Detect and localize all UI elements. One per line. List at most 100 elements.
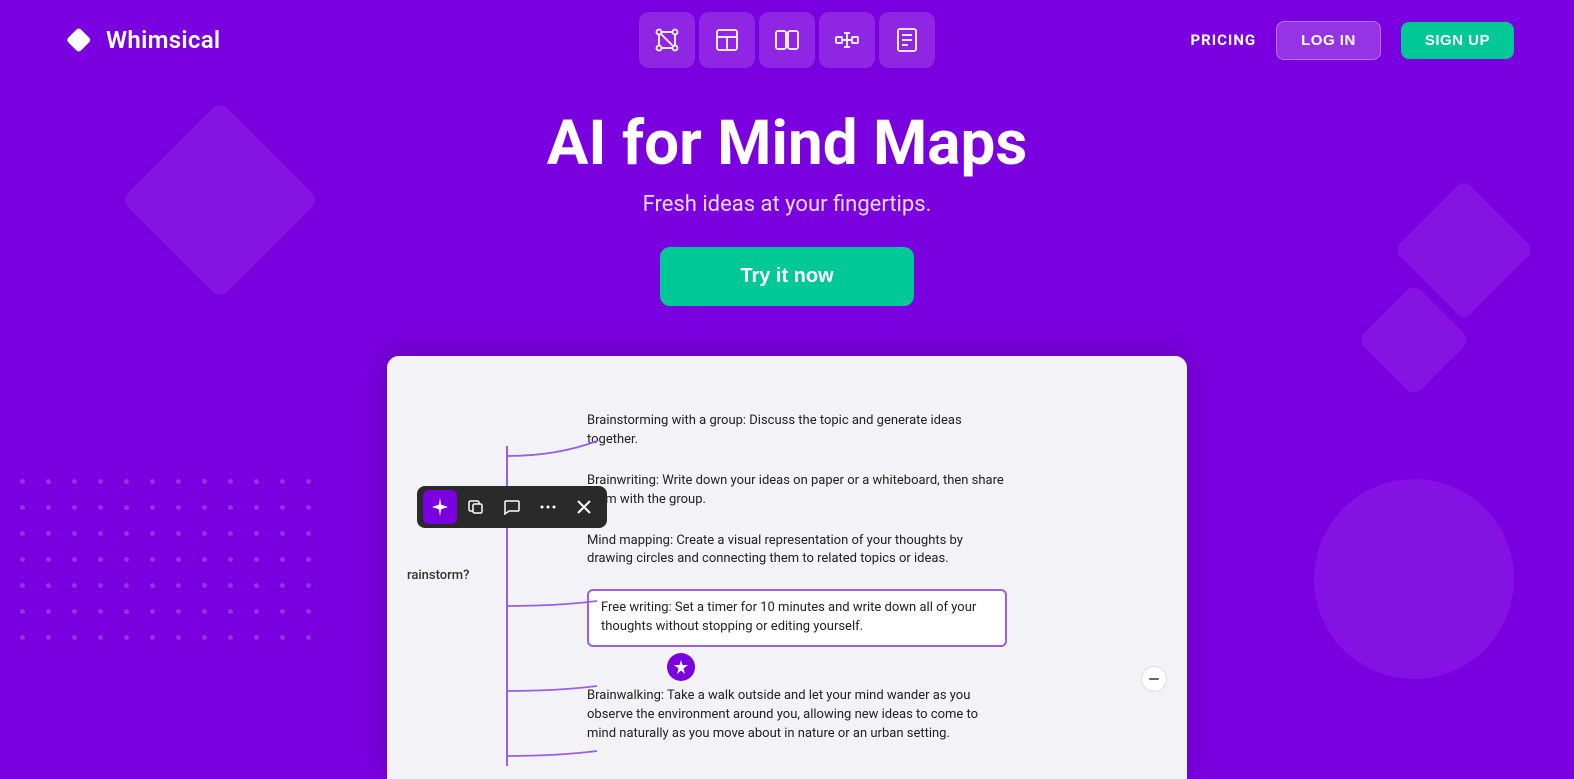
bg-dot — [176, 635, 181, 640]
bg-dot — [98, 479, 103, 484]
bg-dot — [176, 583, 181, 588]
bg-dot — [202, 635, 207, 640]
mindmap-nodes: Brainstorming with a group: Discuss the … — [587, 406, 1147, 749]
whimsical-logo-icon — [60, 22, 96, 58]
bg-dot — [280, 479, 285, 484]
sparkle-icon — [431, 498, 449, 516]
nav-right: PRICING LOG IN SIGN UP — [1190, 21, 1514, 60]
flowchart-icon — [654, 27, 680, 53]
bg-dot — [150, 609, 155, 614]
bg-dot — [306, 531, 311, 536]
collapse-button[interactable] — [1141, 666, 1167, 692]
bg-dot — [98, 557, 103, 562]
comment-icon — [504, 499, 520, 515]
bg-dot — [228, 505, 233, 510]
nav-connector-button[interactable] — [819, 12, 875, 68]
preview-container: rainstorm? Brainstorming with a group: D… — [387, 356, 1187, 779]
hero-title: AI for Mind Maps — [20, 110, 1554, 178]
more-options-button[interactable] — [531, 490, 565, 524]
login-button[interactable]: LOG IN — [1276, 21, 1381, 60]
bg-dot — [176, 609, 181, 614]
nav-wireframe-button[interactable] — [699, 12, 755, 68]
preview-inner: rainstorm? Brainstorming with a group: D… — [387, 356, 1187, 779]
bg-dot — [72, 609, 77, 614]
node-toolbar — [417, 486, 607, 528]
bg-dot — [202, 583, 207, 588]
mindmap-node-2[interactable]: Brainwriting: Write down your ideas on p… — [587, 466, 1007, 516]
bg-dot — [98, 505, 103, 510]
ai-sparkle-button[interactable] — [423, 490, 457, 524]
bg-dot — [254, 635, 259, 640]
wireframe-icon — [714, 27, 740, 53]
bg-dot — [280, 609, 285, 614]
bg-dot — [124, 531, 129, 536]
bg-dot — [20, 557, 25, 562]
close-toolbar-button[interactable] — [567, 490, 601, 524]
bg-dot — [254, 479, 259, 484]
copy-button[interactable] — [459, 490, 493, 524]
bg-dot — [228, 557, 233, 562]
bg-dot — [306, 479, 311, 484]
bg-dot — [176, 479, 181, 484]
minus-icon — [1149, 678, 1159, 680]
nav-docs-button[interactable] — [879, 12, 935, 68]
bg-dot — [20, 505, 25, 510]
bg-dot — [150, 531, 155, 536]
bg-dot — [46, 583, 51, 588]
bg-dot — [202, 609, 207, 614]
ai-badge — [667, 653, 695, 681]
bg-dot — [20, 609, 25, 614]
bg-dot — [202, 531, 207, 536]
bg-dot — [306, 635, 311, 640]
bg-dot — [72, 583, 77, 588]
nav-split-view-button[interactable] — [759, 12, 815, 68]
try-it-now-button[interactable]: Try it now — [660, 247, 913, 306]
hero-subtitle: Fresh ideas at your fingertips. — [20, 192, 1554, 217]
bg-dot — [280, 635, 285, 640]
mindmap-node-3[interactable]: Mind mapping: Create a visual representa… — [587, 526, 1007, 576]
bg-dot — [20, 531, 25, 536]
ai-badge-icon — [673, 659, 689, 675]
bg-dot — [228, 635, 233, 640]
bg-dot — [202, 479, 207, 484]
root-node-label: rainstorm? — [407, 568, 469, 583]
bg-dot — [72, 557, 77, 562]
bg-dot — [46, 557, 51, 562]
mindmap-node-1[interactable]: Brainstorming with a group: Discuss the … — [587, 406, 1007, 456]
bg-dot — [124, 479, 129, 484]
bg-dot — [254, 583, 259, 588]
bg-dot — [254, 505, 259, 510]
header: Whimsical — [0, 0, 1574, 80]
bg-dot — [202, 505, 207, 510]
bg-dot — [150, 583, 155, 588]
bg-dot — [306, 609, 311, 614]
mindmap-node-4-selected[interactable]: Free writing: Set a timer for 10 minutes… — [587, 589, 1007, 647]
mindmap-node-5[interactable]: Brainwalking: Take a walk outside and le… — [587, 681, 1007, 750]
bg-dot — [306, 583, 311, 588]
bg-dot — [124, 505, 129, 510]
bg-dot — [150, 635, 155, 640]
bg-dot — [72, 531, 77, 536]
bg-dot — [20, 479, 25, 484]
bg-dot — [228, 583, 233, 588]
bg-dot — [46, 505, 51, 510]
bg-dot — [46, 531, 51, 536]
bg-dot — [20, 583, 25, 588]
bg-dot — [228, 531, 233, 536]
hero-section: AI for Mind Maps Fresh ideas at your fin… — [0, 80, 1574, 326]
bg-dot — [20, 635, 25, 640]
connector-icon — [834, 27, 860, 53]
bg-dot — [150, 479, 155, 484]
docs-icon — [894, 27, 920, 53]
bg-dot — [124, 583, 129, 588]
bg-dot — [46, 479, 51, 484]
comment-button[interactable] — [495, 490, 529, 524]
bg-dot — [176, 505, 181, 510]
signup-button[interactable]: SIGN UP — [1401, 22, 1514, 59]
pricing-link[interactable]: PRICING — [1190, 31, 1256, 49]
bg-dot — [150, 505, 155, 510]
nav-flowchart-button[interactable] — [639, 12, 695, 68]
bg-dot — [98, 609, 103, 614]
bg-dot — [306, 557, 311, 562]
bg-dot — [98, 583, 103, 588]
